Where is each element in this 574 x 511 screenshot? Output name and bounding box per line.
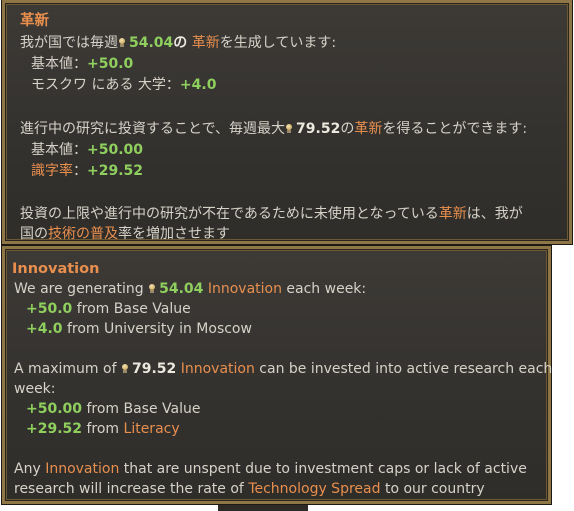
literacy-line: +29.52 from Literacy [26, 419, 180, 439]
unused2-prefix: 国の [20, 226, 48, 242]
tooltip-title: Innovation [12, 261, 100, 277]
generation-suffix: each week: [286, 281, 367, 297]
generation-prefix: 我が国では毎週 [20, 35, 118, 51]
unused-prefix: Any [14, 461, 41, 477]
investment-prefix: A maximum of [14, 361, 117, 377]
literacy-link[interactable]: 識字率 [31, 163, 73, 179]
lightbulb-icon [148, 284, 156, 294]
innovation-tooltip-japanese: 革新 我が国では毎週 54.04の 革新を生成しています: 基本値：+50.0 モ… [2, 0, 572, 244]
base-value-line: +50.0 from Base Value [26, 299, 191, 319]
unused-suffix: that are unspent due to investment caps … [123, 461, 527, 477]
base-value-amount-2: +50.00 [26, 401, 83, 417]
generation-line: We are generating 54.04 Innovation each … [14, 279, 366, 299]
investment-line: 進行中の研究に投資することで、毎週最大 79.52の革新を得ることができます: [20, 119, 527, 139]
innovation-tooltip-english: Innovation We are generating 54.04 Innov… [2, 246, 552, 504]
base-value-label-2: from Base Value [86, 401, 201, 417]
investment-suffix: can be invested into active research eac… [259, 361, 553, 377]
unused-line-1: 投資の上限や進行中の研究が不在であるために未使用となっている革新は、我が [20, 204, 523, 224]
tooltip-title-row: 革新 [20, 11, 49, 31]
lightbulb-icon [118, 38, 126, 48]
literacy-amount: +29.52 [87, 163, 144, 179]
tooltip-title: 革新 [20, 13, 49, 29]
university-amount: +4.0 [26, 321, 63, 337]
unused-innovation-link[interactable]: Innovation [45, 461, 119, 477]
investment-suffix-2: week: [14, 381, 56, 397]
unused-innovation-link[interactable]: 革新 [439, 206, 467, 222]
university-amount: +4.0 [179, 77, 217, 93]
literacy-line: 識字率：+29.52 [31, 161, 143, 181]
investment-innovation-link[interactable]: Innovation [181, 361, 255, 377]
unused-suffix: は、我が [466, 206, 523, 222]
generation-value: 54.04 [129, 35, 174, 51]
investment-suffix: を得ることができます: [382, 121, 528, 137]
lightbulb-icon [121, 364, 129, 374]
base-value-label-2: 基本値： [31, 142, 87, 158]
university-line: +4.0 from University in Moscow [26, 319, 252, 339]
unused2-suffix: 率を増加させます [118, 226, 230, 242]
unused-line-1: Any Innovation that are unspent due to i… [14, 459, 527, 479]
literacy-link[interactable]: Literacy [124, 421, 180, 437]
base-value-label: 基本値： [31, 56, 87, 72]
generation-value: 54.04 [159, 281, 204, 297]
base-value-line-2: 基本値：+50.00 [31, 140, 143, 160]
base-value-line: 基本値：+50.0 [31, 54, 133, 74]
base-value-amount: +50.0 [87, 56, 134, 72]
technology-spread-link[interactable]: 技術の普及 [48, 226, 118, 242]
tooltip-title-row: Innovation [12, 259, 99, 279]
unused2-suffix: to our country [384, 481, 485, 497]
base-value-amount: +50.0 [26, 301, 73, 317]
literacy-from: from [86, 421, 120, 437]
literacy-colon: ： [73, 163, 87, 179]
investment-value: 79.52 [131, 361, 177, 377]
base-value-line-2: +50.00 from Base Value [26, 399, 201, 419]
investment-prefix: 進行中の研究に投資することで、毎週最大 [20, 121, 286, 137]
university-label: from University in Moscow [66, 321, 252, 337]
literacy-amount: +29.52 [26, 421, 83, 437]
lightbulb-icon [285, 124, 293, 134]
base-value-label: from Base Value [76, 301, 191, 317]
investment-particle: の [340, 121, 355, 137]
investment-line: A maximum of 79.52 Innovation can be inv… [14, 359, 552, 379]
investment-value: 79.52 [296, 121, 341, 137]
generation-particle: の [173, 35, 188, 51]
generation-innovation-link[interactable]: Innovation [208, 281, 282, 297]
unused2-prefix: research will increase the rate of [14, 481, 244, 497]
underlying-ui-fragment [218, 505, 308, 511]
base-value-amount-2: +50.00 [87, 142, 144, 158]
generation-line: 我が国では毎週 54.04の 革新を生成しています: [20, 33, 336, 53]
university-line: モスクワ にある 大学：+4.0 [31, 75, 216, 95]
technology-spread-link[interactable]: Technology Spread [248, 481, 380, 497]
generation-prefix: We are generating [14, 281, 144, 297]
generation-innovation-link[interactable]: 革新 [192, 35, 220, 51]
unused-line-2: 国の技術の普及率を増加させます [20, 224, 230, 244]
university-label: モスクワ にある 大学： [31, 77, 180, 93]
generation-suffix: を生成しています: [219, 35, 337, 51]
unused-line-2: research will increase the rate of Techn… [14, 479, 485, 499]
investment-line-2: week: [14, 379, 56, 399]
investment-innovation-link[interactable]: 革新 [354, 121, 382, 137]
unused-prefix: 投資の上限や進行中の研究が不在であるために未使用となっている [20, 206, 439, 222]
